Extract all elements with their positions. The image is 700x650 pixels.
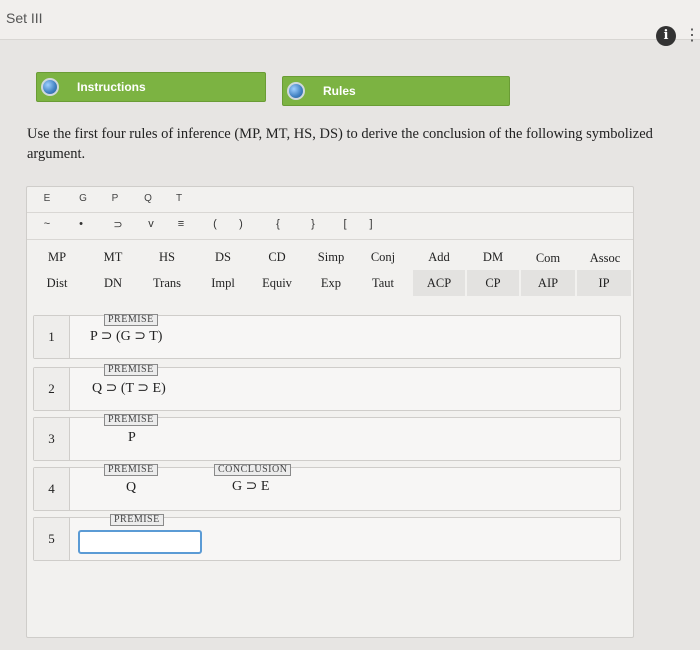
var-p-button[interactable]: P [108, 193, 122, 204]
proof-line-2[interactable]: 2 PREMISE Q ⊃ (T ⊃ E) [33, 364, 621, 411]
rules-label: Rules [323, 84, 356, 98]
line-number: 4 [34, 468, 70, 510]
proof-line-1[interactable]: 1 PREMISE P ⊃ (G ⊃ T) [33, 314, 621, 359]
close-brace-button[interactable]: } [306, 218, 320, 230]
set-title: Set III [6, 10, 43, 26]
premise-tag: PREMISE [104, 314, 158, 326]
open-brace-button[interactable]: { [271, 218, 285, 230]
rule-mp-button[interactable]: MP [35, 244, 79, 270]
rule-ip-button[interactable]: IP [577, 270, 631, 296]
rule-conj-button[interactable]: Conj [361, 244, 405, 270]
var-e-button[interactable]: E [40, 193, 54, 204]
proof-workspace: E G P Q T ~ • ⊃ v ≡ ( ) { } [ ] MP MT HS… [26, 186, 634, 638]
conjunction-dot-button[interactable]: • [74, 218, 88, 230]
proof-line-3[interactable]: 3 PREMISE P [33, 414, 621, 461]
rule-dn-button[interactable]: DN [91, 270, 135, 296]
close-bracket-button[interactable]: ] [364, 218, 378, 230]
premise-formula: P [128, 430, 136, 445]
open-bracket-button[interactable]: [ [338, 218, 352, 230]
rule-add-button[interactable]: Add [417, 244, 461, 270]
open-paren-button[interactable]: ( [208, 218, 222, 230]
premise-formula: Q [126, 480, 137, 495]
rule-ds-button[interactable]: DS [201, 244, 245, 270]
negation-button[interactable]: ~ [40, 218, 54, 230]
proof-line-4[interactable]: 4 PREMISE Q CONCLUSION G ⊃ E [33, 464, 621, 511]
var-g-button[interactable]: G [76, 193, 90, 204]
rules-button[interactable]: Rules [282, 76, 510, 106]
premise-tag: PREMISE [104, 364, 158, 376]
line-number: 1 [34, 316, 70, 358]
top-bar: Set III i ⋮ [0, 0, 700, 46]
rule-trans-button[interactable]: Trans [145, 270, 189, 296]
instructions-button[interactable]: Instructions [36, 72, 266, 102]
premise-formula: P ⊃ (G ⊃ T) [90, 329, 163, 344]
horseshoe-button[interactable]: ⊃ [111, 218, 125, 231]
rule-buttons: MP MT HS DS CD Simp Conj Add DM Com Asso… [27, 239, 633, 299]
globe-icon [41, 78, 59, 96]
rule-taut-button[interactable]: Taut [361, 270, 405, 296]
disjunction-button[interactable]: v [144, 218, 158, 230]
line-number: 2 [34, 368, 70, 410]
conclusion-tag: CONCLUSION [214, 464, 292, 476]
instructions-label: Instructions [77, 80, 146, 94]
symbol-toolbar: ~ • ⊃ v ≡ ( ) { } [ ] [27, 213, 633, 239]
rule-com-button[interactable]: Com [524, 245, 572, 271]
premise-input[interactable] [78, 530, 202, 554]
proof-line-5[interactable]: 5 PREMISE [33, 514, 621, 561]
more-options-icon[interactable]: ⋮ [684, 26, 700, 46]
rule-assoc-button[interactable]: Assoc [579, 245, 631, 271]
biconditional-button[interactable]: ≡ [174, 218, 188, 230]
rule-cp-button[interactable]: CP [467, 270, 519, 296]
var-q-button[interactable]: Q [141, 193, 155, 204]
var-t-button[interactable]: T [172, 193, 186, 204]
info-icon[interactable]: i [656, 26, 676, 46]
rule-cd-button[interactable]: CD [255, 244, 299, 270]
rule-aip-button[interactable]: AIP [521, 270, 575, 296]
conclusion-formula: G ⊃ E [232, 479, 270, 494]
premise-tag: PREMISE [110, 514, 164, 526]
globe-icon [287, 82, 305, 100]
rule-hs-button[interactable]: HS [145, 244, 189, 270]
close-paren-button[interactable]: ) [234, 218, 248, 230]
rule-simp-button[interactable]: Simp [307, 244, 355, 270]
rule-mt-button[interactable]: MT [91, 244, 135, 270]
variable-toolbar: E G P Q T [27, 187, 633, 213]
rule-equiv-button[interactable]: Equiv [255, 270, 299, 296]
premise-formula: Q ⊃ (T ⊃ E) [92, 381, 166, 396]
rule-dm-button[interactable]: DM [471, 244, 515, 270]
rule-acp-button[interactable]: ACP [413, 270, 465, 296]
rule-exp-button[interactable]: Exp [307, 270, 355, 296]
line-number: 5 [34, 518, 70, 560]
premise-tag: PREMISE [104, 414, 158, 426]
premise-tag: PREMISE [104, 464, 158, 476]
question-text: Use the first four rules of inference (M… [27, 126, 653, 162]
line-number: 3 [34, 418, 70, 460]
rule-impl-button[interactable]: Impl [201, 270, 245, 296]
rule-dist-button[interactable]: Dist [35, 270, 79, 296]
